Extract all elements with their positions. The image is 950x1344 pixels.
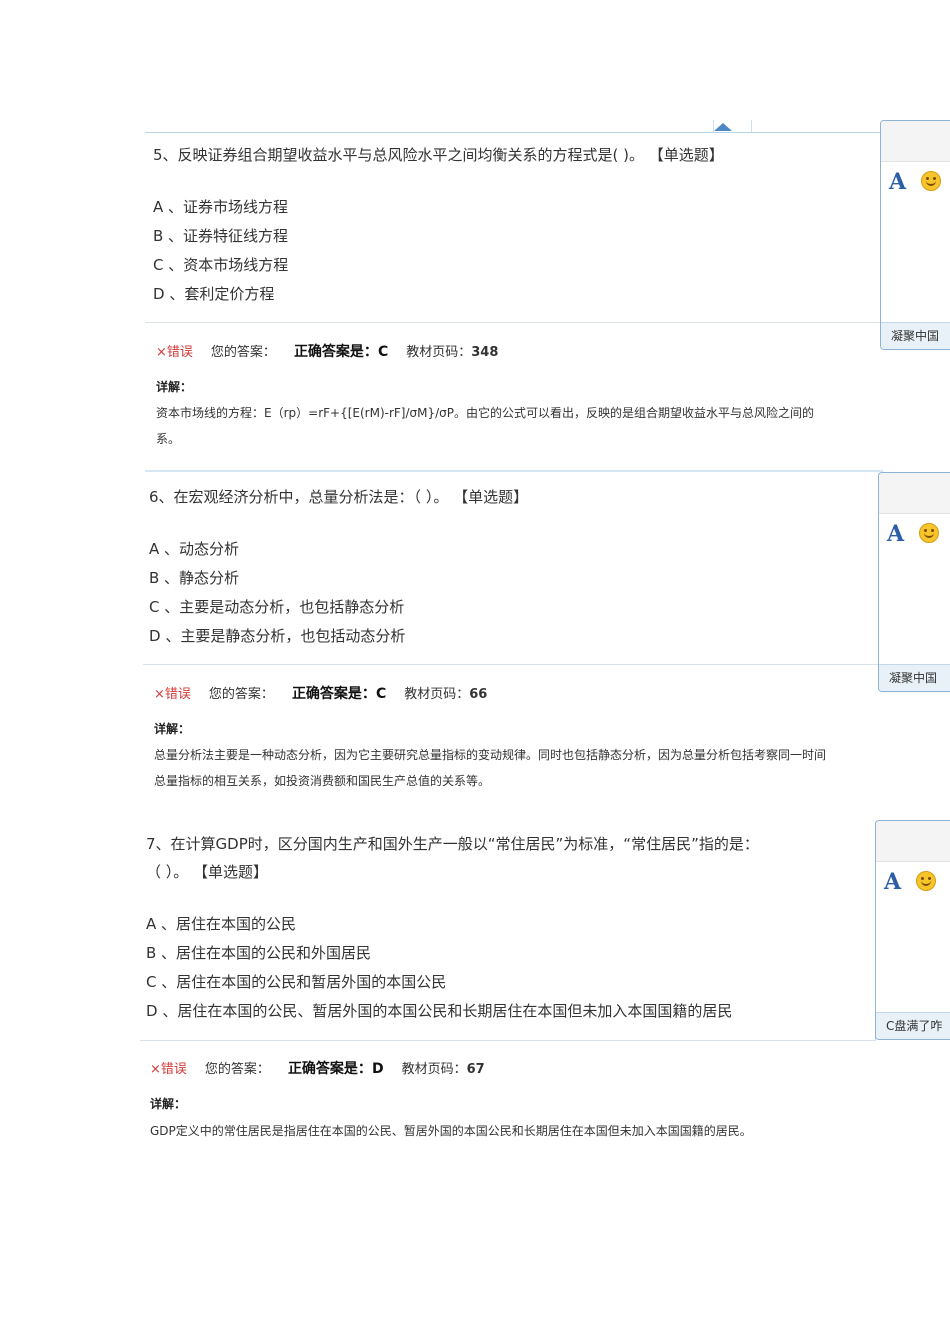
question-title: 6、在宏观经济分析中，总量分析法是：（ ）。 【单选题】 [149,488,529,506]
option-b[interactable]: B 、静态分析 [149,564,880,593]
option-c[interactable]: C 、居住在本国的公民和暂居外国的本国公民 [146,968,875,997]
textbook-page-value: 66 [469,687,488,702]
side-widget-panel[interactable]: A C盘满了咋 [875,820,950,1040]
detail-heading: 详解： [154,722,191,736]
correct-answer-label: 正确答案是： [291,686,376,702]
correct-answer-label: 正确答案是： [293,344,378,360]
smiley-icon[interactable] [919,523,939,543]
font-size-icon[interactable]: A [884,869,901,895]
question-title: 5、反映证券组合期望收益水平与总风险水平之间均衡关系的方程式是( )。 【单选题… [153,146,724,164]
textbook-page-value: 348 [471,345,499,360]
textbook-page-label: 教材页码： [401,1062,467,1077]
textbook-page-value: 67 [466,1062,485,1077]
option-b[interactable]: B 、证券特征线方程 [153,222,882,251]
option-a[interactable]: A 、动态分析 [149,535,880,564]
option-d[interactable]: D 、套利定价方程 [153,280,882,309]
correct-answer-value: C [375,686,387,702]
font-size-icon[interactable]: A [887,521,904,547]
detail-text: 资本市场线的方程：E（rp）=rF+{[E(rM)-rF]/σM}/σP。由它的… [156,406,814,446]
exam-review-page: 5、反映证券组合期望收益水平与总风险水平之间均衡关系的方程式是( )。 【单选题… [0,0,950,1344]
question-title-line2: （ ）。 【单选题】 [146,863,269,881]
option-a[interactable]: A 、居住在本国的公民 [146,910,875,939]
side-widget-panel[interactable]: A 凝聚中国 [880,120,950,350]
font-size-icon[interactable]: A [889,169,906,195]
detail-text: 总量分析法主要是一种动态分析，因为它主要研究总量指标的变动规律。同时也包括静态分… [154,748,827,788]
your-answer-label: 您的答案： [208,687,274,702]
wrong-icon: × [156,345,167,360]
wrong-icon: × [154,687,165,702]
detail-heading: 详解： [156,380,193,394]
panel-footer-text[interactable]: C盘满了咋 [876,1012,950,1039]
textbook-page-label: 教材页码： [406,345,472,360]
collapse-arrow-icon[interactable] [714,123,732,131]
answer-result-row: ×错误 您的答案： 正确答案是：C 教材页码：348 [156,341,498,361]
option-c[interactable]: C 、资本市场线方程 [153,251,882,280]
result-status: 错误 [164,687,191,702]
correct-answer-value: C [377,344,389,360]
detail-heading: 详解： [150,1097,187,1111]
question-title: 7、在计算GDP时，区分国内生产和国外生产一般以“常住居民”为标准，“常住居民”… [146,835,759,853]
textbook-page-label: 教材页码： [404,687,470,702]
correct-answer-label: 正确答案是： [287,1061,372,1077]
option-d[interactable]: D 、主要是静态分析，也包括动态分析 [149,622,880,651]
options-list: A 、居住在本国的公民 B 、居住在本国的公民和外国居民 C 、居住在本国的公民… [146,910,875,1026]
smiley-icon[interactable] [921,171,941,191]
wrong-icon: × [150,1062,161,1077]
panel-footer-text[interactable]: 凝聚中国 [881,322,950,349]
option-a[interactable]: A 、证券市场线方程 [153,193,882,222]
option-d[interactable]: D 、居住在本国的公民、暂居外国的本国公民和长期居住在本国但未加入本国国籍的居民 [146,997,875,1026]
result-status: 错误 [160,1062,187,1077]
option-b[interactable]: B 、居住在本国的公民和外国居民 [146,939,875,968]
options-list: A 、动态分析 B 、静态分析 C 、主要是动态分析，也包括静态分析 D 、主要… [149,535,880,651]
options-list: A 、证券市场线方程 B 、证券特征线方程 C 、资本市场线方程 D 、套利定价… [153,193,882,309]
your-answer-label: 您的答案： [204,1062,270,1077]
answer-result-row: ×错误 您的答案： 正确答案是：C 教材页码：66 [154,683,487,703]
answer-result-row: ×错误 您的答案： 正确答案是：D 教材页码：67 [150,1058,485,1078]
detail-text: GDP定义中的常住居民是指居住在本国的公民、暂居外国的本国公民和长期居住在本国但… [150,1124,752,1138]
panel-footer-text[interactable]: 凝聚中国 [879,664,950,691]
your-answer-label: 您的答案： [210,345,276,360]
correct-answer-value: D [371,1061,384,1077]
smiley-icon[interactable] [916,871,936,891]
side-widget-panel[interactable]: A 凝聚中国 [878,472,950,692]
question-block-6: 6、在宏观经济分析中，总量分析法是：（ ）。 【单选题】 A 、动态分析 B 、… [143,474,881,664]
option-c[interactable]: C 、主要是动态分析，也包括静态分析 [149,593,880,622]
result-status: 错误 [166,345,193,360]
question-block-7: 7、在计算GDP时，区分国内生产和国外生产一般以“常住居民”为标准，“常住居民”… [140,822,876,1040]
divider [143,664,881,665]
question-block-5: 5、反映证券组合期望收益水平与总风险水平之间均衡关系的方程式是( )。 【单选题… [145,132,883,322]
section-separator [145,470,883,472]
divider [140,1040,876,1041]
divider [145,322,883,323]
